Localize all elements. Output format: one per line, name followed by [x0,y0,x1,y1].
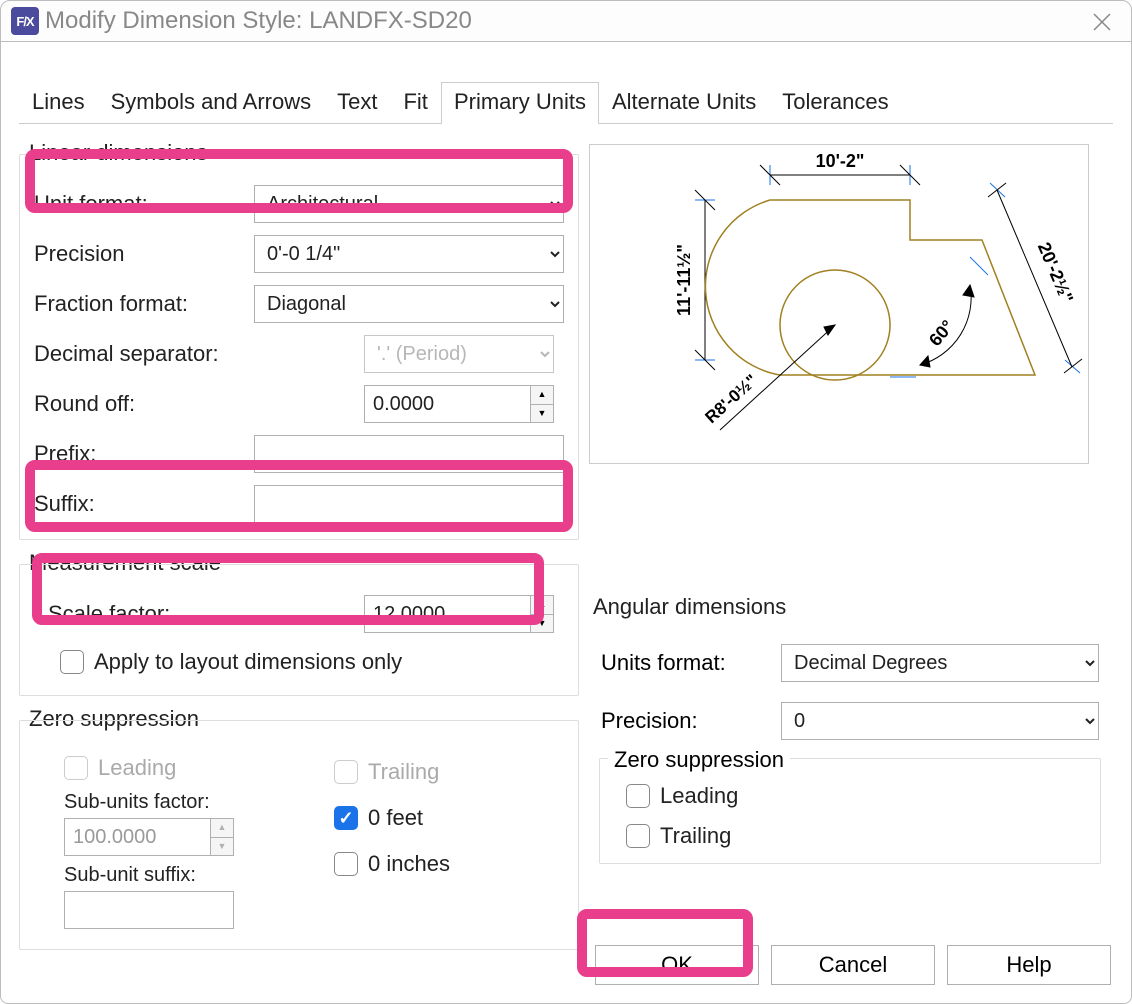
angular-trailing-label: Trailing [660,823,731,849]
suffix-label: Suffix: [34,491,254,517]
trailing-label: Trailing [368,759,439,785]
sub-units-factor-up: ▲ [211,819,233,838]
prefix-label: Prefix: [34,441,254,467]
angular-zero-suppression-label: Zero suppression [608,747,790,773]
angular-leading-checkbox[interactable]: Leading [626,783,1088,809]
decimal-separator-label: Decimal separator: [34,341,254,367]
angular-units-format-label: Units format: [601,650,781,676]
help-button[interactable]: Help [947,945,1111,985]
suffix-input[interactable] [254,485,564,523]
dimension-preview: 10'-2" 11'-11½" 20'-2½" 60° R8'-0½" [589,144,1089,464]
angular-precision-label: Precision: [601,708,781,734]
round-off-down[interactable]: ▼ [531,405,553,423]
zero-suppression-group: Leading Sub-units factor: ▲▼ Sub-unit su… [19,720,579,950]
tab-bar: Lines Symbols and Arrows Text Fit Primar… [19,82,1113,124]
tab-primary-units[interactable]: Primary Units [441,82,599,123]
unit-format-select[interactable]: Architectural [254,185,564,223]
scale-factor-input[interactable] [364,595,530,633]
scale-factor-down[interactable]: ▼ [531,615,553,633]
svg-text:11'-11½": 11'-11½" [674,244,694,316]
scale-factor-label: Scale factor: [34,601,254,627]
svg-text:20'-2½": 20'-2½" [1034,239,1077,306]
precision-label: Precision [34,241,254,267]
angular-units-format-select[interactable]: Decimal Degrees [781,644,1099,682]
round-off-label: Round off: [34,391,254,417]
sub-units-factor-label: Sub-units factor: [64,791,314,814]
zero-feet-checkbox[interactable]: 0 feet [334,805,564,831]
tab-symbols-arrows[interactable]: Symbols and Arrows [98,82,325,123]
svg-text:10'-2": 10'-2" [816,151,865,171]
tab-fit[interactable]: Fit [390,82,440,123]
angular-zero-suppression-group: Zero suppression Leading Trailing [599,758,1101,864]
leading-label: Leading [98,755,176,781]
round-off-input[interactable] [364,385,530,423]
angular-trailing-checkbox[interactable]: Trailing [626,823,1088,849]
apply-layout-label: Apply to layout dimensions only [94,649,402,675]
sub-unit-suffix-label: Sub-unit suffix: [64,864,314,887]
tab-alternate-units[interactable]: Alternate Units [599,82,769,123]
svg-text:R8'-0½": R8'-0½" [702,371,762,427]
tab-text[interactable]: Text [324,82,390,123]
sub-unit-suffix-input [64,891,234,929]
close-button[interactable] [1087,7,1117,37]
app-icon: F/X [11,7,39,35]
linear-dimensions-group: Unit format: Architectural Precision 0'-… [19,154,579,540]
dialog-content: Lines Symbols and Arrows Text Fit Primar… [0,42,1132,1004]
titlebar: F/X Modify Dimension Style: LANDFX-SD20 [0,0,1132,42]
tab-lines[interactable]: Lines [19,82,98,123]
ok-button[interactable]: OK [595,945,759,985]
unit-format-label: Unit format: [34,191,254,217]
scale-factor-spinner[interactable]: ▲▼ [364,595,554,633]
sub-units-factor-input [64,818,210,856]
window-title: Modify Dimension Style: LANDFX-SD20 [45,7,472,35]
fraction-format-label: Fraction format: [34,291,254,317]
round-off-spinner[interactable]: ▲▼ [364,385,554,423]
sub-units-factor-down: ▼ [211,838,233,856]
fraction-format-select[interactable]: Diagonal [254,285,564,323]
cancel-button[interactable]: Cancel [771,945,935,985]
precision-select[interactable]: 0'-0 1/4" [254,235,564,273]
angular-leading-label: Leading [660,783,738,809]
measurement-scale-group: Scale factor: ▲▼ Apply to layout dimensi… [19,564,579,696]
zero-inches-checkbox[interactable]: 0 inches [334,851,564,877]
angular-precision-select[interactable]: 0 [781,702,1099,740]
leading-checkbox: Leading [34,755,314,781]
prefix-input[interactable] [254,435,564,473]
zero-inches-label: 0 inches [368,851,450,877]
tab-tolerances[interactable]: Tolerances [769,82,901,123]
decimal-separator-select: '.' (Period) [364,335,554,373]
scale-factor-up[interactable]: ▲ [531,596,553,615]
trailing-checkbox: Trailing [334,759,564,785]
apply-layout-checkbox[interactable]: Apply to layout dimensions only [60,649,402,675]
angular-dimensions-label: Angular dimensions [593,594,1111,620]
sub-units-factor-spinner: ▲▼ [64,818,234,856]
round-off-up[interactable]: ▲ [531,386,553,405]
zero-feet-label: 0 feet [368,805,423,831]
